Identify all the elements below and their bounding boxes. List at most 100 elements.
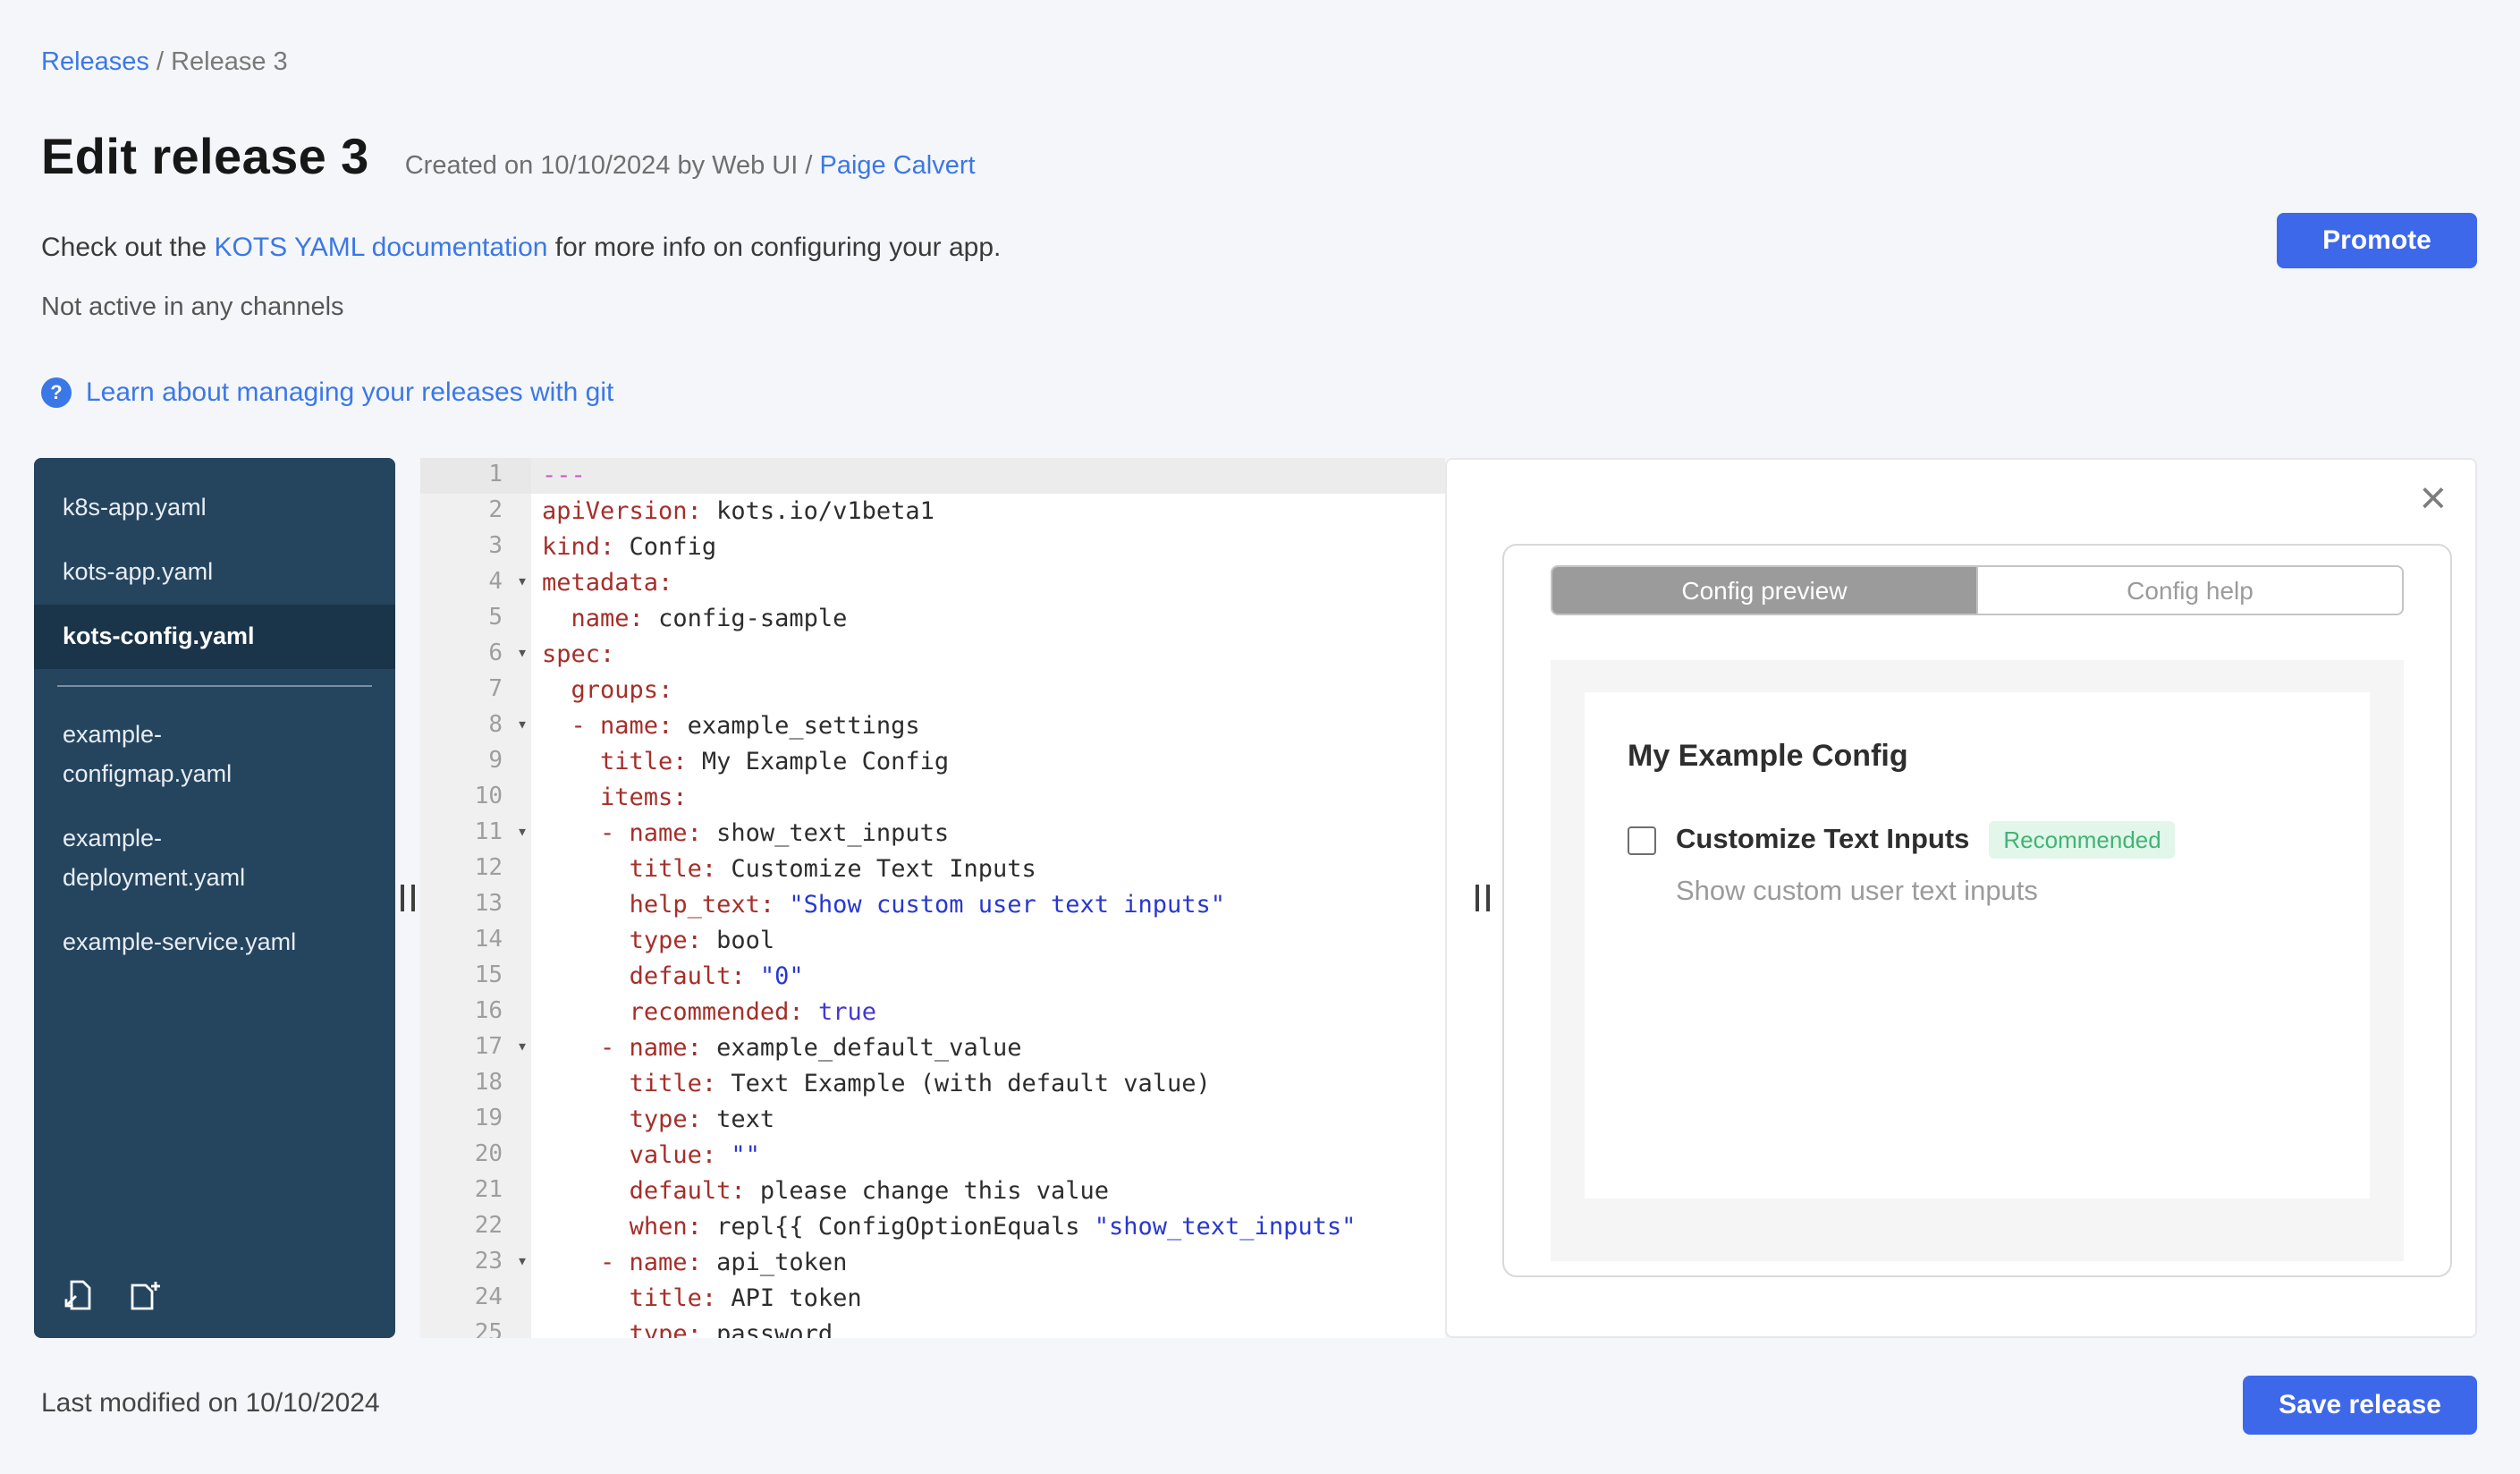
code-line-15: 15 default: "0"	[420, 959, 1445, 995]
breadcrumb-separator: /	[148, 48, 172, 77]
edit-release-page: Releases / Release 3 Edit release 3 Crea…	[0, 0, 2520, 1474]
code-text: title: Text Example (with default value)	[629, 1070, 1211, 1098]
file-tree-resize-handle[interactable]	[401, 885, 415, 911]
line-number: 14	[420, 923, 531, 959]
line-number: 15	[420, 959, 531, 995]
code-lines: 1 --- 2 apiVersion: kots.io/v1beta1 3 kind: C…	[420, 458, 1445, 1338]
tab-config-preview[interactable]: Config preview	[1552, 567, 1976, 614]
file-tree-item-example-service.yaml[interactable]: example-service.yaml	[34, 911, 395, 975]
code-text: items:	[600, 784, 688, 812]
code-text: default: please change this value	[629, 1177, 1110, 1206]
config-group-card: My Example Config Customize Text Inputs …	[1585, 692, 2370, 1199]
fold-toggle-icon[interactable]: ▾	[517, 708, 528, 744]
line-number: 6 ▾	[420, 637, 531, 673]
line-number: 2	[420, 494, 531, 529]
file-tree-list: k8s-app.yaml kots-app.yaml kots-config.yam…	[34, 458, 395, 975]
line-number: 5	[420, 601, 531, 637]
code-line-14: 14 type: bool	[420, 923, 1445, 959]
fold-toggle-icon[interactable]: ▾	[517, 1245, 528, 1281]
code-line-1: 1 ---	[420, 458, 1445, 494]
breadcrumb: Releases / Release 3	[41, 48, 288, 77]
preview-body: My Example Config Customize Text Inputs …	[1551, 660, 2404, 1261]
git-help-link[interactable]: ? Learn about managing your releases wit…	[41, 377, 613, 408]
code-line-23: 23 ▾ - name: api_token	[420, 1245, 1445, 1281]
code-line-3: 3 kind: Config	[420, 529, 1445, 565]
customize-text-inputs-checkbox[interactable]	[1628, 826, 1656, 854]
code-line-16: 16 recommended: true	[420, 995, 1445, 1030]
promote-button[interactable]: Promote	[2277, 213, 2477, 268]
file-tree-item-kots-app.yaml[interactable]: kots-app.yaml	[34, 540, 395, 605]
config-preview-pane: × Config preview Config help My Example C…	[1445, 458, 2477, 1338]
preview-resize-handle[interactable]	[1476, 885, 1490, 911]
pane-gap-left	[395, 458, 420, 1338]
fold-toggle-icon[interactable]: ▾	[517, 637, 528, 673]
recommended-badge: Recommended	[1989, 821, 2176, 859]
file-tree-item-example-configmap.yaml[interactable]: example-configmap.yaml	[34, 703, 395, 807]
line-number: 21	[420, 1173, 531, 1209]
tab-config-help[interactable]: Config help	[1976, 567, 2402, 614]
line-number: 19	[420, 1102, 531, 1138]
doc-line: Check out the KOTS YAML documentation fo…	[41, 233, 1001, 263]
code-text: type: text	[629, 1106, 775, 1134]
code-text: title: Customize Text Inputs	[629, 855, 1036, 884]
code-line-11: 11 ▾ - name: show_text_inputs	[420, 816, 1445, 851]
config-group-title: My Example Config	[1628, 739, 1908, 773]
code-line-5: 5 name: config-sample	[420, 601, 1445, 637]
code-line-7: 7 groups:	[420, 673, 1445, 708]
code-line-17: 17 ▾ - name: example_default_value	[420, 1030, 1445, 1066]
page-title: Edit release 3	[41, 129, 369, 184]
code-line-10: 10 items:	[420, 780, 1445, 816]
code-text: apiVersion: kots.io/v1beta1	[542, 497, 934, 526]
new-file-button[interactable]	[123, 1274, 166, 1317]
code-text: type: bool	[629, 927, 775, 955]
breadcrumb-current: Release 3	[171, 48, 288, 77]
file-tree-item-example-deployment.yaml[interactable]: example-deployment.yaml	[34, 807, 395, 911]
code-line-13: 13 help_text: "Show custom user text inp…	[420, 887, 1445, 923]
code-line-25: 25 type: password	[420, 1317, 1445, 1338]
code-line-18: 18 title: Text Example (with default val…	[420, 1066, 1445, 1102]
code-text: metadata:	[542, 569, 673, 597]
doc-prefix-text: Check out the	[41, 233, 215, 263]
code-text: help_text: "Show custom user text inputs…	[629, 891, 1226, 919]
file-tree-item-kots-config.yaml[interactable]: kots-config.yaml	[34, 605, 395, 669]
code-text: recommended: true	[629, 998, 876, 1027]
created-info: Created on 10/10/2024 by Web UI / Paige …	[405, 152, 976, 181]
code-line-22: 22 when: repl{{ ConfigOptionEquals "show…	[420, 1209, 1445, 1245]
line-number: 22	[420, 1209, 531, 1245]
file-tree-divider	[57, 685, 372, 687]
created-text: Created on 10/10/2024 by Web UI /	[404, 152, 820, 181]
close-icon[interactable]: ×	[2420, 474, 2447, 521]
save-release-button[interactable]: Save release	[2243, 1376, 2477, 1435]
code-line-2: 2 apiVersion: kots.io/v1beta1	[420, 494, 1445, 529]
fold-toggle-icon[interactable]: ▾	[517, 1030, 528, 1066]
breadcrumb-releases-link[interactable]: Releases	[41, 48, 149, 77]
fold-toggle-icon[interactable]: ▾	[517, 565, 528, 601]
line-number: 25	[420, 1317, 531, 1338]
line-number: 23 ▾	[420, 1245, 531, 1281]
file-tree-item-k8s-app.yaml[interactable]: k8s-app.yaml	[34, 476, 395, 540]
fold-toggle-icon[interactable]: ▾	[517, 816, 528, 851]
line-number: 9	[420, 744, 531, 780]
line-number: 3	[420, 529, 531, 565]
code-line-9: 9 title: My Example Config	[420, 744, 1445, 780]
config-item-label: Customize Text Inputs	[1676, 824, 1970, 854]
last-modified-text: Last modified on 10/10/2024	[41, 1388, 380, 1419]
git-help-label: Learn about managing your releases with …	[86, 377, 614, 408]
author-link[interactable]: Paige Calvert	[820, 152, 976, 181]
channel-status-text: Not active in any channels	[41, 293, 344, 322]
line-number: 11 ▾	[420, 816, 531, 851]
yaml-editor[interactable]: 1 --- 2 apiVersion: kots.io/v1beta1 3 kind: C…	[420, 458, 1445, 1338]
line-number: 17 ▾	[420, 1030, 531, 1066]
doc-suffix-text: for more info on configuring your app.	[547, 233, 1002, 263]
kots-yaml-docs-link[interactable]: KOTS YAML documentation	[214, 233, 547, 263]
line-number: 1	[420, 458, 531, 494]
code-text: value: ""	[629, 1141, 760, 1170]
file-tree-sidebar: k8s-app.yaml kots-app.yaml kots-config.yam…	[34, 458, 395, 1338]
code-line-21: 21 default: please change this value	[420, 1173, 1445, 1209]
code-text: when: repl{{ ConfigOptionEquals "show_te…	[629, 1213, 1357, 1241]
upload-file-button[interactable]	[55, 1274, 98, 1317]
code-text: title: API token	[629, 1284, 862, 1313]
line-number: 7	[420, 673, 531, 708]
file-tree-footer	[55, 1274, 166, 1317]
workspace: k8s-app.yaml kots-app.yaml kots-config.yam…	[34, 458, 2477, 1338]
